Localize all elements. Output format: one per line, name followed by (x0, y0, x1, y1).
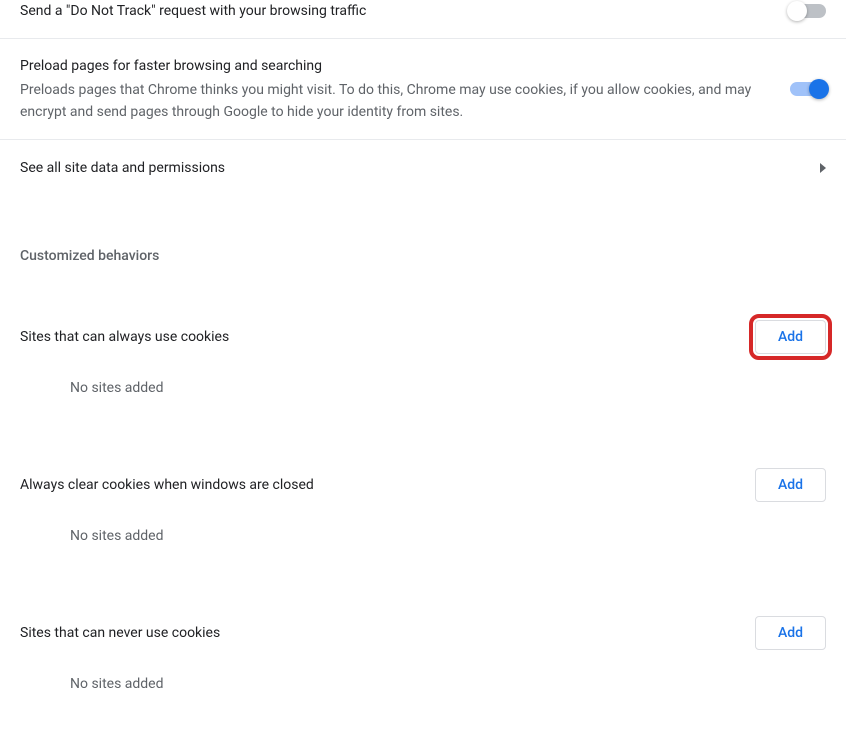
customized-behaviors-header: Customized behaviors (0, 224, 846, 272)
clear-on-close-title: Always clear cookies when windows are cl… (20, 477, 314, 493)
see-all-site-data-label: See all site data and permissions (20, 160, 225, 176)
preload-row: Preload pages for faster browsing and se… (0, 39, 846, 139)
preload-description: Preloads pages that Chrome thinks you mi… (20, 79, 766, 123)
preload-text: Preload pages for faster browsing and se… (20, 55, 790, 123)
do-not-track-toggle[interactable] (790, 4, 826, 18)
clear-on-close-block: Always clear cookies when windows are cl… (0, 448, 846, 568)
always-allow-title: Sites that can always use cookies (20, 329, 229, 345)
add-always-allow-button[interactable]: Add (755, 320, 826, 354)
always-allow-empty: No sites added (0, 362, 846, 420)
never-allow-row: Sites that can never use cookies Add (0, 596, 846, 658)
never-allow-title: Sites that can never use cookies (20, 625, 220, 641)
do-not-track-title: Send a "Do Not Track" request with your … (20, 0, 766, 22)
add-clear-on-close-button[interactable]: Add (755, 468, 826, 502)
see-all-site-data-link[interactable]: See all site data and permissions (0, 140, 846, 196)
do-not-track-text: Send a "Do Not Track" request with your … (20, 0, 790, 22)
cookies-settings-panel: Send a "Do Not Track" request with your … (0, 0, 846, 716)
never-allow-empty: No sites added (0, 658, 846, 716)
preload-toggle[interactable] (790, 82, 826, 96)
always-allow-block: Sites that can always use cookies Add No… (0, 300, 846, 420)
add-never-allow-button[interactable]: Add (755, 616, 826, 650)
preload-title: Preload pages for faster browsing and se… (20, 55, 766, 77)
clear-on-close-row: Always clear cookies when windows are cl… (0, 448, 846, 510)
clear-on-close-empty: No sites added (0, 510, 846, 568)
never-allow-block: Sites that can never use cookies Add No … (0, 596, 846, 716)
toggle-thumb (809, 79, 829, 99)
chevron-right-icon (820, 163, 826, 173)
always-allow-row: Sites that can always use cookies Add (0, 300, 846, 362)
toggle-thumb (787, 1, 807, 21)
do-not-track-row: Send a "Do Not Track" request with your … (0, 0, 846, 38)
